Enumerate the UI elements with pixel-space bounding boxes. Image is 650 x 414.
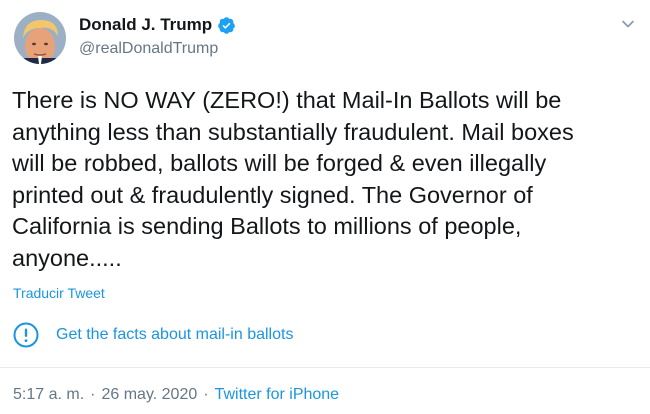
tweet-text: There is NO WAY (ZERO!) that Mail-In Bal… [12, 87, 574, 271]
tweet-header: Donald J. Trump @realDonaldTrump [14, 12, 636, 68]
verified-badge-icon [217, 16, 236, 35]
name-row: Donald J. Trump [79, 14, 236, 36]
display-name[interactable]: Donald J. Trump [79, 14, 212, 36]
user-handle[interactable]: @realDonaldTrump [79, 39, 218, 59]
tweet-time[interactable]: 5:17 a. m. [13, 386, 84, 404]
avatar[interactable] [14, 12, 66, 64]
avatar-image [14, 12, 66, 64]
tweet-source-link[interactable]: Twitter for iPhone [215, 386, 340, 404]
chevron-down-icon[interactable] [620, 16, 636, 32]
exclamation-circle-icon [13, 322, 39, 348]
tweet-meta: 5:17 a. m. · 26 may. 2020 · Twitter for … [13, 386, 339, 404]
divider [0, 367, 650, 368]
fact-check-link[interactable]: Get the facts about mail-in ballots [13, 322, 293, 348]
fact-check-label: Get the facts about mail-in ballots [56, 326, 294, 343]
meta-separator: · [203, 386, 209, 403]
translate-tweet-link[interactable]: Traducir Tweet [13, 285, 105, 301]
meta-separator: · [90, 386, 96, 403]
tweet-date[interactable]: 26 may. 2020 [101, 386, 197, 404]
